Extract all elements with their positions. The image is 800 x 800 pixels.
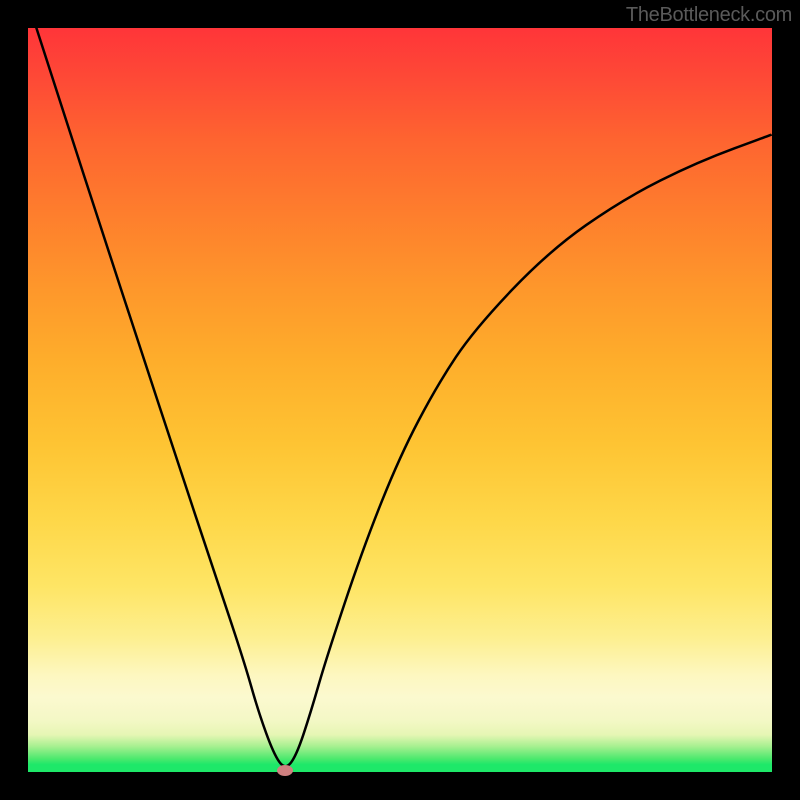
attribution-label: TheBottleneck.com — [626, 4, 792, 27]
curve-path — [28, 28, 772, 766]
plot-area — [28, 28, 772, 772]
bottleneck-curve — [28, 28, 772, 772]
chart-frame: TheBottleneck.com — [0, 0, 800, 800]
optimal-marker — [277, 765, 293, 776]
